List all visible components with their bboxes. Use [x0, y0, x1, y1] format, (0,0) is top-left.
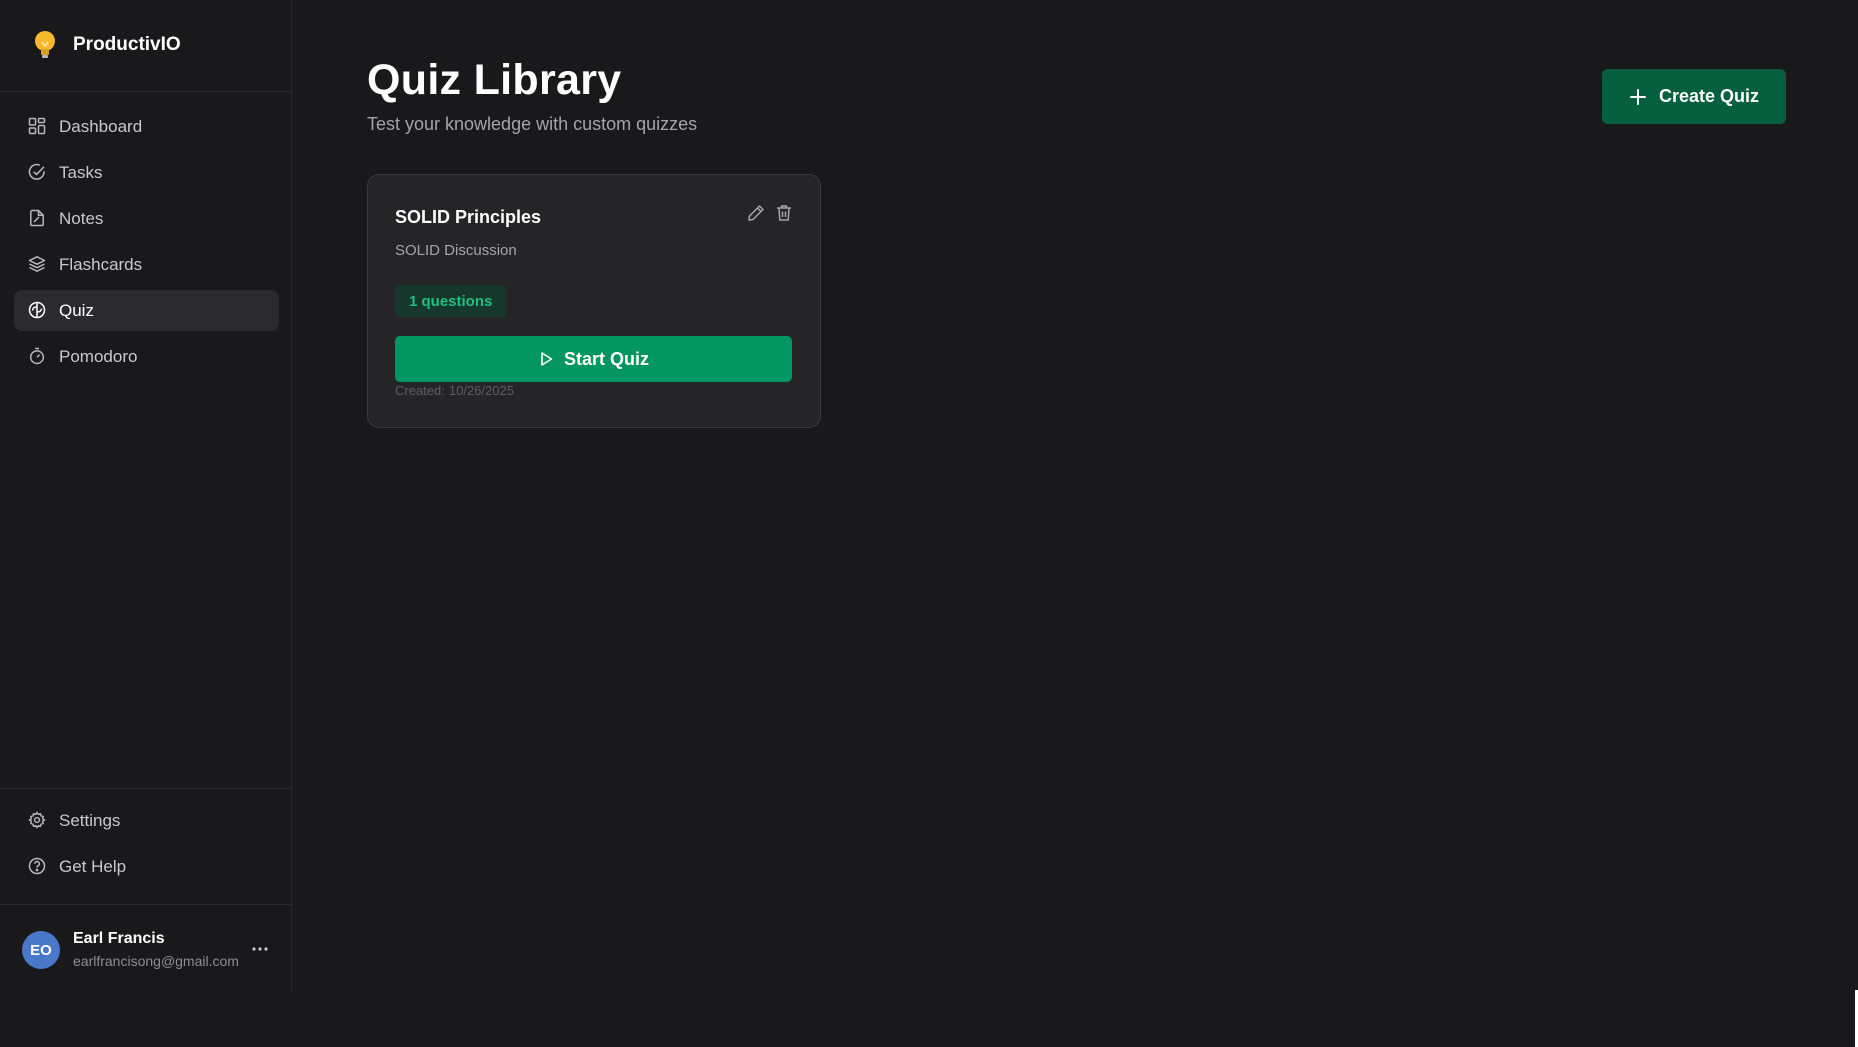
user-email: earlfrancisong@gmail.com — [73, 953, 239, 969]
sidebar-item-get-help[interactable]: Get Help — [14, 846, 279, 887]
more-options-icon[interactable] — [248, 939, 272, 959]
page-title: Quiz Library — [367, 56, 622, 104]
user-name: Earl Francis — [73, 930, 165, 947]
layers-icon — [28, 256, 46, 272]
app-window: ProductivIO Dashboard Tasks Notes Flashc… — [0, 0, 1858, 1047]
start-quiz-button[interactable]: Start Quiz — [395, 336, 792, 382]
brand-name: ProductivIO — [73, 34, 181, 55]
questions-count-badge: 1 questions — [395, 285, 507, 317]
start-quiz-label: Start Quiz — [563, 348, 649, 369]
sidebar-nav: Dashboard Tasks Notes Flashcards Quiz Po… — [14, 106, 279, 382]
sidebar-item-label: Flashcards — [59, 255, 143, 274]
sidebar-item-settings[interactable]: Settings — [14, 800, 279, 841]
sidebar-item-label: Tasks — [59, 163, 103, 182]
sidebar-item-notes[interactable]: Notes — [14, 198, 279, 239]
user-profile[interactable]: EO Earl Francis earlfrancisong@gmail.com — [0, 905, 292, 990]
created-label: Created: — [395, 383, 445, 398]
secondary-nav: Settings Get Help — [14, 800, 279, 892]
quiz-created-date: Created: 10/26/2025 — [395, 383, 514, 398]
help-circle-icon — [28, 857, 46, 875]
sidebar-secondary-nav: Settings Get Help — [0, 788, 292, 905]
check-circle-icon — [28, 163, 45, 180]
sidebar-item-dashboard[interactable]: Dashboard — [14, 106, 279, 147]
notes-icon — [30, 209, 44, 227]
sidebar-item-label: Pomodoro — [59, 347, 138, 366]
create-quiz-label: Create Quiz — [1658, 86, 1760, 106]
sidebar-item-label: Get Help — [59, 857, 127, 876]
edit-icon[interactable] — [746, 203, 766, 223]
sidebar-item-flashcards[interactable]: Flashcards — [14, 244, 279, 285]
plus-icon — [1629, 88, 1646, 105]
sidebar-item-label: Notes — [59, 209, 104, 228]
trash-icon[interactable] — [774, 203, 794, 223]
quiz-title: SOLID Principles — [395, 207, 542, 227]
sidebar-item-label: Settings — [59, 811, 121, 830]
page-subtitle: Test your knowledge with custom quizzes — [367, 114, 698, 134]
create-quiz-button[interactable]: Create Quiz — [1602, 69, 1786, 124]
gear-icon — [28, 811, 46, 829]
quiz-description: SOLID Discussion — [395, 242, 517, 259]
sidebar-item-label: Dashboard — [59, 117, 143, 136]
main-content: Quiz Library Test your knowledge with cu… — [292, 0, 1858, 1047]
sidebar: ProductivIO Dashboard Tasks Notes Flashc… — [0, 0, 292, 990]
dashboard-icon — [28, 117, 46, 135]
timer-icon — [29, 347, 45, 365]
brand-header: ProductivIO — [0, 0, 292, 92]
sidebar-item-tasks[interactable]: Tasks — [14, 152, 279, 193]
quiz-card: SOLID Principles SOLID Discussion 1 ques… — [367, 174, 821, 428]
avatar: EO — [22, 931, 60, 969]
sidebar-item-label: Quiz — [59, 301, 94, 320]
brain-icon — [28, 301, 46, 319]
created-date-value: 10/26/2025 — [448, 383, 514, 398]
sidebar-item-quiz[interactable]: Quiz — [14, 290, 279, 331]
play-icon — [541, 352, 553, 366]
sidebar-item-pomodoro[interactable]: Pomodoro — [14, 336, 279, 377]
lightbulb-icon — [35, 31, 55, 58]
